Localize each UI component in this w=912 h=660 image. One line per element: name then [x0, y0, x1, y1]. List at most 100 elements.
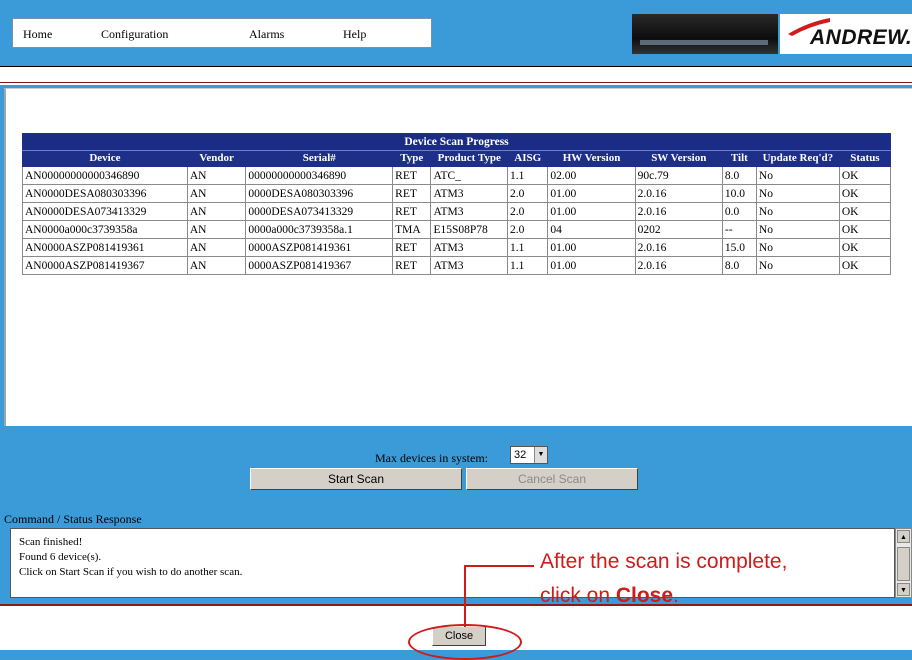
cell-update-reqd: No: [755, 220, 840, 239]
cell-aisg: 2.0: [507, 220, 549, 239]
cell-device: AN0000ASZP081419367: [22, 256, 188, 275]
header-divider-red: [0, 82, 912, 85]
table-header-row: Device Vendor Serial# Type Product Type …: [22, 150, 892, 167]
cell-type: TMA: [392, 220, 432, 239]
col-header-device: Device: [22, 150, 188, 167]
cell-type: RET: [392, 238, 432, 257]
cell-product-type: E15S08P78: [430, 220, 509, 239]
cell-hw-version: 01.00: [547, 256, 636, 275]
device-product-image: [632, 14, 778, 54]
table-row: AN0000DESA073413329 AN 0000DESA073413329 RE…: [22, 202, 892, 221]
col-header-vendor: Vendor: [186, 150, 247, 167]
cell-type: RET: [392, 202, 432, 221]
col-header-aisg: AISG: [507, 150, 549, 167]
cell-product-type: ATC_: [430, 166, 509, 185]
nav-menu: Home Configuration Alarms Help: [12, 18, 432, 48]
cell-product-type: ATM3: [430, 238, 509, 257]
cell-hw-version: 04: [547, 220, 636, 239]
cell-vendor: AN: [186, 202, 247, 221]
cell-hw-version: 02.00: [547, 166, 636, 185]
cell-status: OK: [838, 184, 892, 203]
callout-text-line2: click on Close.: [540, 584, 679, 608]
chevron-down-icon[interactable]: ▼: [534, 447, 547, 463]
scroll-thumb[interactable]: [897, 547, 910, 581]
cell-aisg: 1.1: [507, 256, 549, 275]
cell-vendor: AN: [186, 184, 247, 203]
cell-update-reqd: No: [755, 184, 840, 203]
cell-hw-version: 01.00: [547, 238, 636, 257]
device-product-image-stripe: [640, 40, 768, 45]
andrew-logo-swoosh-icon: [788, 18, 830, 36]
nav-item-help[interactable]: Help: [343, 27, 366, 42]
callout-connector-vertical: [464, 565, 466, 627]
cell-serial: 0000DESA080303396: [245, 184, 394, 203]
cell-device: AN0000a000c3739358a: [22, 220, 188, 239]
callout-text-line1: After the scan is complete,: [540, 550, 788, 573]
device-scan-table: Device Scan Progress Device Vendor Seria…: [22, 133, 892, 275]
cell-sw-version: 2.0.16: [634, 238, 723, 257]
callout-connector: [464, 565, 534, 567]
cell-tilt: --: [721, 220, 757, 239]
nav-item-home[interactable]: Home: [23, 27, 52, 42]
col-header-serial: Serial#: [245, 150, 394, 167]
max-devices-select[interactable]: 32 ▼: [510, 446, 548, 464]
cell-sw-version: 0202: [634, 220, 723, 239]
cell-status: OK: [838, 166, 892, 185]
scroll-up-icon[interactable]: ▲: [897, 530, 910, 543]
col-header-tilt: Tilt: [721, 150, 757, 167]
table-row: AN00000000000346890 AN 00000000000346890 RE…: [22, 166, 892, 185]
col-header-product-type: Product Type: [430, 150, 509, 167]
cell-product-type: ATM3: [430, 184, 509, 203]
cell-device: AN0000ASZP081419361: [22, 238, 188, 257]
cell-type: RET: [392, 166, 432, 185]
cell-serial: 0000ASZP081419367: [245, 256, 394, 275]
status-scrollbar[interactable]: ▲ ▼: [895, 528, 912, 598]
nav-item-alarms[interactable]: Alarms: [249, 27, 284, 42]
cell-tilt: 0.0: [721, 202, 757, 221]
scroll-down-icon[interactable]: ▼: [897, 583, 910, 596]
max-devices-label: Max devices in system:: [375, 451, 488, 465]
cell-status: OK: [838, 220, 892, 239]
callout-text-close: Close: [615, 584, 674, 607]
cell-hw-version: 01.00: [547, 184, 636, 203]
callout-text-suffix: .: [673, 584, 679, 607]
col-header-hw-version: HW Version: [547, 150, 636, 167]
col-header-status: Status: [838, 150, 892, 167]
cell-sw-version: 2.0.16: [634, 184, 723, 203]
cell-vendor: AN: [186, 166, 247, 185]
cell-type: RET: [392, 184, 432, 203]
cell-device: AN0000DESA080303396: [22, 184, 188, 203]
cell-vendor: AN: [186, 220, 247, 239]
cell-tilt: 10.0: [721, 184, 757, 203]
nav-item-configuration[interactable]: Configuration: [101, 27, 168, 42]
col-header-type: Type: [392, 150, 432, 167]
cell-tilt: 8.0: [721, 256, 757, 275]
start-scan-button[interactable]: Start Scan: [250, 468, 462, 490]
close-button-highlight-ellipse: [408, 624, 522, 660]
cell-aisg: 2.0: [507, 202, 549, 221]
header-divider: [0, 66, 912, 82]
cell-device: AN0000DESA073413329: [22, 202, 188, 221]
cell-sw-version: 90c.79: [634, 166, 723, 185]
cell-type: RET: [392, 256, 432, 275]
cell-device: AN00000000000346890: [22, 166, 188, 185]
cell-status: OK: [838, 202, 892, 221]
cell-serial: 0000ASZP081419361: [245, 238, 394, 257]
cell-serial: 0000a000c3739358a.1: [245, 220, 394, 239]
cell-update-reqd: No: [755, 256, 840, 275]
cancel-scan-button[interactable]: Cancel Scan: [466, 468, 638, 490]
table-row: AN0000DESA080303396 AN 0000DESA080303396 RE…: [22, 184, 892, 203]
cell-product-type: ATM3: [430, 202, 509, 221]
cell-status: OK: [838, 238, 892, 257]
cell-aisg: 1.1: [507, 166, 549, 185]
cell-sw-version: 2.0.16: [634, 202, 723, 221]
col-header-sw-version: SW Version: [634, 150, 723, 167]
table-body: AN00000000000346890 AN 00000000000346890 RE…: [22, 166, 892, 275]
cell-aisg: 1.1: [507, 238, 549, 257]
table-caption: Device Scan Progress: [22, 133, 891, 151]
cell-update-reqd: No: [755, 202, 840, 221]
cell-serial: 0000DESA073413329: [245, 202, 394, 221]
cell-status: OK: [838, 256, 892, 275]
cell-serial: 00000000000346890: [245, 166, 394, 185]
cell-vendor: AN: [186, 238, 247, 257]
